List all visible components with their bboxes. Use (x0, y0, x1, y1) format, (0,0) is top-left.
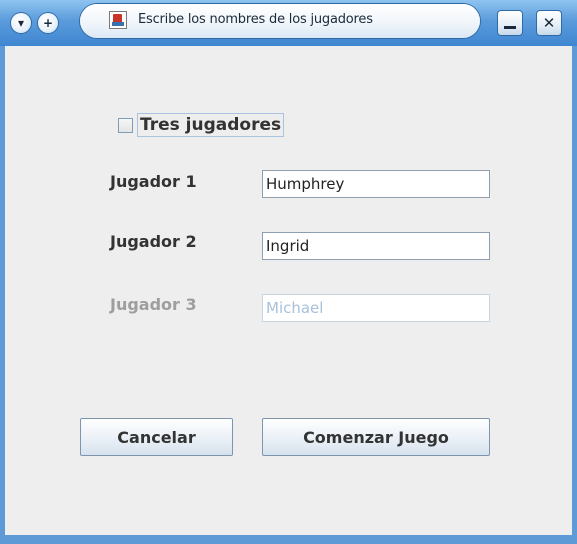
cancel-button[interactable]: Cancelar (80, 418, 233, 456)
player-2-field[interactable] (262, 232, 490, 260)
player-1-field[interactable] (262, 170, 490, 198)
start-game-button[interactable]: Comenzar Juego (262, 418, 490, 456)
stick-icon[interactable]: + (38, 13, 58, 33)
java-app-icon (109, 11, 127, 29)
close-icon: ✕ (542, 14, 556, 32)
player-3-label: Jugador 3 (110, 295, 197, 314)
window-title: Escribe los nombres de los jugadores (138, 12, 373, 27)
title-pill: Escribe los nombres de los jugadores (80, 4, 480, 38)
dialog-window: ▾ + Escribe los nombres de los jugadores… (0, 0, 577, 544)
window-menu-icon[interactable]: ▾ (11, 13, 31, 33)
title-bar[interactable]: ▾ + Escribe los nombres de los jugadores… (0, 0, 577, 46)
minimize-button[interactable] (498, 11, 522, 35)
minimize-icon (504, 26, 516, 29)
checkbox-box[interactable] (118, 117, 133, 133)
three-players-checkbox[interactable]: Tres jugadores (118, 112, 285, 138)
three-players-label[interactable]: Tres jugadores (137, 113, 285, 137)
player-3-field (262, 294, 490, 322)
player-1-label: Jugador 1 (110, 172, 197, 191)
close-button[interactable]: ✕ (537, 11, 561, 35)
player-2-label: Jugador 2 (110, 232, 197, 251)
dialog-content: Tres jugadores Jugador 1 Jugador 2 Jugad… (5, 46, 572, 535)
